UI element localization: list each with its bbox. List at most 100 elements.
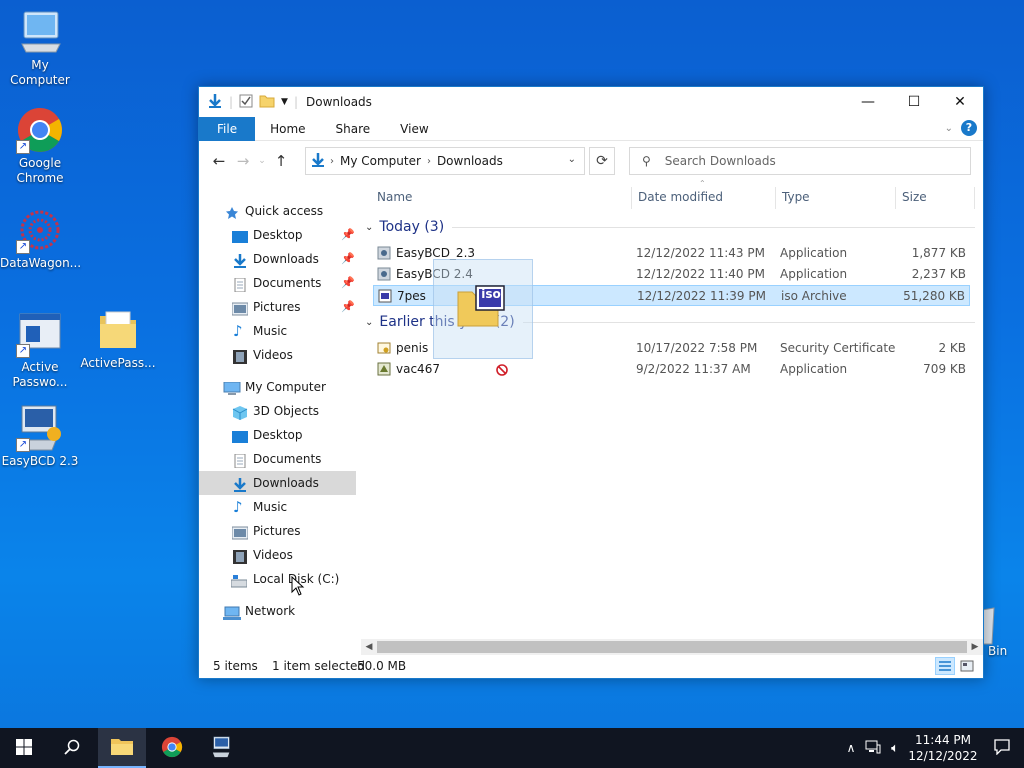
installer-icon [377, 246, 391, 260]
nav-quick-access[interactable]: Quick access [199, 199, 356, 223]
nav-quick-pictures[interactable]: Pictures 📌 [199, 295, 356, 319]
help-icon[interactable]: ? [961, 120, 977, 136]
explorer-window[interactable]: | ▼ | Downloads — ☐ ✕ File Home Share Vi… [198, 86, 984, 679]
desktop-icon-active-password[interactable]: ↗ Active Passwo... [0, 310, 80, 390]
notifications-icon[interactable] [980, 738, 1024, 758]
download-folder-icon [310, 152, 326, 171]
nav-my-computer[interactable]: My Computer [199, 375, 356, 399]
scroll-right-arrow-icon[interactable]: ▶ [967, 639, 983, 655]
file-row-vac467[interactable]: vac467 9/2/2022 11:37 AM Application 709… [373, 359, 970, 380]
nav-local-disk-c[interactable]: Local Disk (C:) [199, 567, 356, 591]
nav-quick-downloads[interactable]: Downloads 📌 [199, 247, 356, 271]
details-view-icon[interactable] [935, 657, 955, 675]
clock[interactable]: 11:44 PM 12/12/2022 [906, 732, 980, 764]
iso-archive-icon [378, 289, 392, 303]
up-arrow-icon[interactable]: ↑ [269, 152, 293, 170]
column-date-modified[interactable]: Date modified [638, 187, 723, 207]
search-placeholder: Search Downloads [664, 154, 776, 168]
tab-home[interactable]: Home [255, 117, 320, 141]
breadcrumb-my-computer[interactable]: My Computer [340, 154, 421, 168]
address-bar[interactable]: › My Computer › Downloads ⌄ [305, 147, 585, 175]
taskbar-chrome[interactable] [148, 728, 196, 768]
collapse-chevron-icon[interactable]: ⌄ [365, 317, 373, 328]
desktop-icon-recycle-bin[interactable]: Bin [981, 604, 1022, 659]
forward-arrow-icon[interactable]: → [231, 152, 255, 170]
nav-quick-videos[interactable]: Videos [199, 343, 356, 367]
breadcrumb-separator-icon[interactable]: › [330, 156, 334, 167]
taskbar-file-explorer[interactable] [98, 728, 146, 768]
nav-quick-desktop[interactable]: Desktop 📌 [199, 223, 356, 247]
taskbar: ∧ 🔈︎ 11:44 PM 12/12/2022 [0, 728, 1024, 768]
computer-icon [16, 8, 64, 56]
column-size[interactable]: Size [902, 187, 927, 207]
column-type[interactable]: Type [782, 187, 810, 207]
pin-icon[interactable]: 📌 [341, 223, 355, 247]
pin-icon[interactable]: 📌 [341, 247, 355, 271]
nav-music[interactable]: ♪ Music [199, 495, 356, 519]
tab-share[interactable]: Share [321, 117, 386, 141]
taskbar-easybcd[interactable] [198, 728, 246, 768]
address-dropdown-icon[interactable]: ⌄ [568, 154, 576, 165]
nav-videos[interactable]: Videos [199, 543, 356, 567]
application-icon [377, 362, 391, 376]
column-name[interactable]: Name [377, 187, 412, 207]
desktop-icon-activepass-folder[interactable]: ActivePass... [78, 306, 158, 371]
easybcd-icon: ↗ [16, 404, 64, 452]
search-input[interactable]: ⚲ Search Downloads [629, 147, 971, 175]
file-list[interactable]: Name Date modified Type Size ⌃ ⌄ Today (… [359, 179, 983, 652]
breadcrumb-separator-icon[interactable]: › [427, 156, 431, 167]
desktop-icon-my-computer[interactable]: My Computer [0, 8, 80, 88]
search-icon [64, 739, 80, 758]
hard-drive-icon [230, 572, 248, 588]
scrollbar-thumb[interactable] [377, 641, 967, 653]
nav-pictures[interactable]: Pictures [199, 519, 356, 543]
network-icon [223, 604, 241, 620]
selection-count: 1 item selected [272, 659, 366, 673]
new-folder-icon[interactable] [259, 94, 275, 111]
tab-file[interactable]: File [199, 116, 256, 141]
windows-logo-icon [16, 738, 32, 758]
nav-quick-documents[interactable]: Documents 📌 [199, 271, 356, 295]
search-button[interactable] [48, 728, 96, 768]
refresh-button[interactable]: ⟳ [589, 147, 615, 175]
show-hidden-icons-chevron-icon[interactable]: ∧ [840, 741, 862, 755]
recent-locations-chevron-icon[interactable]: ⌄ [255, 156, 269, 166]
start-button[interactable] [0, 728, 48, 768]
desktop-icon-datawagon[interactable]: ↗ DataWagon... [0, 206, 81, 271]
minimize-button[interactable]: — [845, 87, 891, 117]
nav-network[interactable]: Network [199, 599, 356, 623]
properties-checkbox-icon[interactable] [239, 94, 253, 111]
installer-icon [377, 267, 391, 281]
nav-documents[interactable]: Documents [199, 447, 356, 471]
drag-iso-badge: iso [481, 287, 501, 301]
pin-icon[interactable]: 📌 [341, 271, 355, 295]
desktop-icon-google-chrome[interactable]: ↗ Google Chrome [0, 106, 80, 186]
music-note-icon: ♪ [233, 498, 243, 516]
large-icons-view-icon[interactable] [957, 657, 977, 675]
breadcrumb-downloads[interactable]: Downloads [437, 154, 503, 168]
nav-desktop[interactable]: Desktop [199, 423, 356, 447]
network-status-icon[interactable] [862, 740, 884, 757]
desktop-icon-easybcd[interactable]: ↗ EasyBCD 2.3 [0, 404, 80, 469]
volume-icon[interactable]: 🔈︎ [884, 741, 906, 756]
nav-quick-music[interactable]: ♪ Music [199, 319, 356, 343]
maximize-button[interactable]: ☐ [891, 87, 937, 117]
pin-icon[interactable]: 📌 [341, 295, 355, 319]
group-today[interactable]: ⌄ Today (3) [365, 219, 975, 235]
horizontal-scrollbar[interactable]: ◀ ▶ [361, 639, 983, 655]
desktop-icon-label: Active Passwo... [12, 360, 68, 389]
scroll-left-arrow-icon[interactable]: ◀ [361, 639, 377, 655]
title-bar[interactable]: | ▼ | Downloads — ☐ ✕ [199, 87, 983, 117]
expand-ribbon-chevron-icon[interactable]: ⌄ [945, 123, 953, 134]
navigation-pane[interactable]: Quick access Desktop 📌 Downloads 📌 Docum… [199, 187, 356, 652]
tab-view[interactable]: View [385, 117, 443, 141]
nav-3d-objects[interactable]: 3D Objects [199, 399, 356, 423]
back-arrow-icon[interactable]: ← [207, 152, 231, 170]
no-drop-icon [496, 364, 508, 379]
nav-downloads[interactable]: Downloads [199, 471, 356, 495]
download-arrow-icon [232, 252, 248, 268]
collapse-chevron-icon[interactable]: ⌄ [365, 222, 373, 233]
close-button[interactable]: ✕ [937, 87, 983, 117]
customize-toolbar-chevron-icon[interactable]: ▼ [281, 97, 288, 107]
music-note-icon: ♪ [233, 322, 243, 340]
